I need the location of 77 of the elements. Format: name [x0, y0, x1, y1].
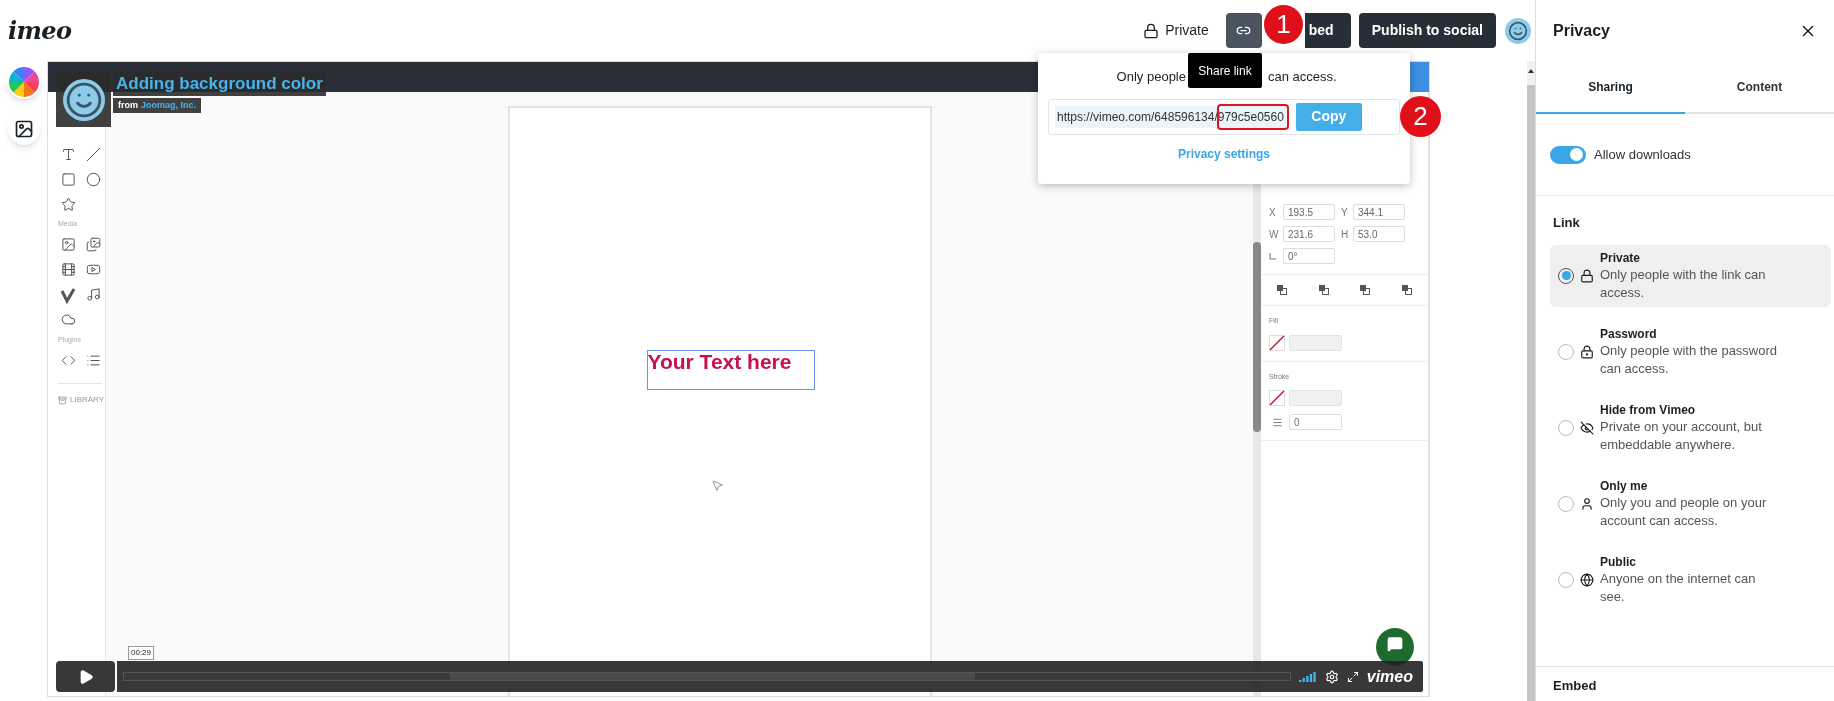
color-field[interactable] [1289, 334, 1342, 351]
option-description: Only people with the password can access. [1600, 341, 1778, 378]
option-description: Anyone on the internet can see. [1600, 569, 1757, 606]
forward-icon[interactable] [1318, 285, 1329, 295]
color-wheel-icon[interactable] [8, 67, 39, 97]
popup-text: Only people [1115, 68, 1186, 86]
scrollbar-thumb[interactable] [1253, 242, 1261, 432]
tab[interactable]: Sharing [1536, 62, 1685, 114]
canvas-text: Your Text here [647, 351, 793, 373]
person-icon [1580, 496, 1594, 511]
stroke-width-field[interactable]: 0 [1289, 414, 1342, 430]
cursor-icon [710, 479, 724, 492]
privacy-option[interactable]: Only me Only you and people on your account can access. [1550, 472, 1831, 535]
settings-icon[interactable] [1324, 669, 1339, 684]
option-description: Private on your account, but embeddable anywhere. [1600, 417, 1763, 454]
privacy-option[interactable]: Public Anyone on the internet can see. [1550, 548, 1831, 611]
number-field[interactable]: 193.5 [1283, 204, 1335, 220]
bring-front-icon[interactable] [1276, 285, 1287, 295]
angle-icon [1269, 252, 1276, 260]
lock-icon [1143, 22, 1160, 39]
section-heading: Embed [1553, 678, 1597, 693]
chat-icon [1387, 636, 1403, 652]
publisher-link[interactable]: Joomag, Inc. [141, 98, 196, 113]
text-frame[interactable]: Your Text here [646, 350, 815, 390]
scroll-up-icon[interactable] [1528, 69, 1534, 73]
section-heading: Link [1552, 214, 1581, 232]
number-field[interactable]: 53.0 [1353, 226, 1405, 242]
field-label: H [1340, 227, 1350, 242]
no-color-swatch[interactable] [1269, 334, 1285, 351]
option-title: Password [1600, 325, 1658, 342]
panel-title: Privacy [1553, 21, 1610, 41]
channel-avatar[interactable] [56, 72, 111, 127]
option-title: Private [1600, 249, 1642, 266]
progress-track[interactable] [123, 672, 1291, 681]
angle-field[interactable]: 0° [1283, 248, 1335, 264]
embed-button[interactable]: bed [1304, 13, 1351, 48]
privacy-option[interactable]: Private Only people with the link can access. [1550, 244, 1831, 307]
option-title: Public [1600, 553, 1637, 570]
popup-text: can access. [1268, 68, 1337, 86]
toggle-label: Allow downloads [1594, 145, 1691, 164]
visibility-label[interactable]: Private [1165, 20, 1209, 41]
number-field[interactable]: 231.6 [1283, 226, 1335, 242]
privacy-option[interactable]: Hide from Vimeo Private on your account, but embeddable anywhere. [1550, 396, 1831, 459]
archive-icon [58, 395, 67, 405]
brand-wordmark[interactable]: vimeo [1366, 668, 1417, 685]
send-back-icon[interactable] [1402, 285, 1413, 295]
share-link-button[interactable] [1225, 13, 1262, 48]
globe-icon [1580, 572, 1594, 587]
number-field[interactable]: 344.1 [1353, 204, 1405, 220]
field-label: Y [1340, 205, 1349, 220]
field-label: X [1269, 205, 1277, 220]
volume-icon[interactable] [1298, 671, 1317, 682]
tooltip: Share link [1188, 53, 1262, 88]
color-field[interactable] [1289, 390, 1342, 406]
byline-label: from [118, 99, 138, 112]
option-description: Only people with the link can access. [1600, 265, 1767, 302]
play-button[interactable] [56, 661, 115, 692]
video-title[interactable]: Adding background color [113, 72, 326, 96]
eye-slash-icon [1580, 420, 1594, 435]
logo[interactable]: imeo [8, 12, 72, 49]
avatar[interactable] [1505, 17, 1531, 44]
option-title: Only me [1600, 477, 1649, 494]
option-title: Hide from Vimeo [1600, 401, 1697, 418]
field-label: W [1269, 227, 1280, 242]
toggle-switch[interactable] [1550, 145, 1586, 164]
padlock-icon [1580, 344, 1594, 359]
publish-button[interactable]: Publish to social [1358, 13, 1496, 48]
scrollbar[interactable] [1527, 61, 1535, 701]
step-marker: 1 [1264, 5, 1303, 44]
backward-icon[interactable] [1360, 285, 1371, 295]
option-description: Only you and people on your account can access. [1600, 493, 1768, 530]
tab[interactable]: Content [1685, 62, 1834, 114]
no-color-swatch[interactable] [1269, 390, 1285, 406]
privacy-option[interactable]: Password Only people with the password can access. [1550, 320, 1831, 383]
time-tooltip: 00:29 [128, 646, 155, 660]
fullscreen-icon[interactable] [1346, 670, 1359, 683]
lock-icon [1580, 268, 1594, 283]
